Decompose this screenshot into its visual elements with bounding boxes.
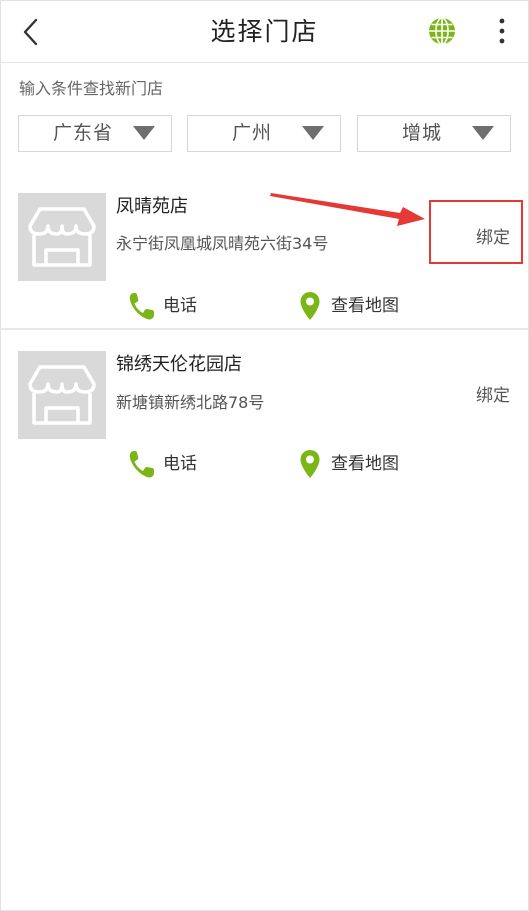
map-pin-icon [300,450,320,478]
city-value: 广州 [231,122,272,144]
map-pin-icon [300,292,320,320]
call-button[interactable]: 电话 [128,291,208,321]
city-select[interactable]: 广州 [187,115,341,152]
more-vertical-icon [499,18,505,44]
phone-icon [129,451,154,478]
dropdown-arrow-icon [133,126,155,140]
view-map-label: 查看地图 [331,296,399,316]
view-map-label: 查看地图 [331,454,399,474]
search-hint: 输入条件查找新门店 [19,79,164,98]
store-address: 永宁街凤凰城凤晴苑六街34号 [116,234,329,253]
view-map-button[interactable]: 查看地图 [299,449,409,479]
phone-icon [129,293,154,320]
call-button[interactable]: 电话 [128,449,208,479]
globe-icon [429,17,455,45]
divider [0,328,529,330]
store-name: 锦绣天伦花园店 [116,354,242,375]
district-select[interactable]: 增城 [357,115,511,152]
store-address: 新塘镇新绣北路78号 [116,393,265,412]
dropdown-arrow-icon [472,126,494,140]
view-map-button[interactable]: 查看地图 [299,291,409,321]
call-label: 电话 [163,296,197,316]
province-value: 广东省 [52,122,113,144]
store-thumbnail [18,351,106,439]
store-thumbnail [18,193,106,281]
storefront-icon [28,207,96,267]
annotation-highlight-box [429,200,523,264]
store-name: 凤晴苑店 [116,196,188,217]
call-label: 电话 [163,454,197,474]
top-bar: 选择门店 [0,0,529,63]
bind-button[interactable]: 绑定 [476,384,510,408]
globe-button[interactable] [427,16,457,46]
storefront-icon [28,365,96,425]
more-menu-button[interactable] [490,16,514,46]
province-select[interactable]: 广东省 [18,115,172,152]
district-value: 增城 [401,122,442,144]
dropdown-arrow-icon [302,126,324,140]
